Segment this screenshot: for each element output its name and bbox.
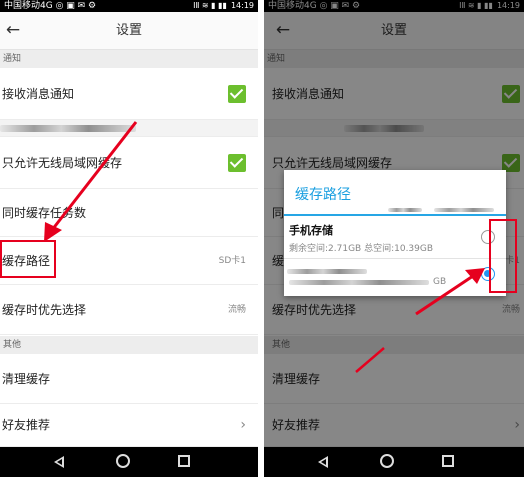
nav-back-icon[interactable]	[54, 456, 64, 468]
setting-value: 流畅	[227, 305, 246, 315]
page-title: 设置	[115, 23, 142, 38]
left-screenshot: 中国移动4G ◎ ▣ ✉ ⚙ ⅠⅡ ≋ ▮ ▮▮ 14:19 ← 设置 通知 接…	[0, 0, 258, 477]
setting-label: 清理缓存	[2, 372, 51, 386]
status-left: 中国移动4G ◎ ▣ ✉ ⚙	[4, 0, 96, 12]
setting-receive-notify[interactable]: 接收消息通知	[0, 68, 258, 120]
nav-home-icon[interactable]	[380, 454, 394, 468]
setting-value: SD卡1	[218, 256, 246, 266]
nav-back-icon[interactable]	[318, 456, 328, 468]
clock-label: 14:19	[230, 1, 254, 10]
setting-label: 同时缓存任务数	[2, 206, 87, 220]
notification-icons: ◎ ▣ ✉ ⚙	[55, 1, 97, 11]
nav-recent-apps-icon[interactable]	[178, 455, 190, 467]
nav-recent-apps-icon[interactable]	[442, 455, 454, 467]
title-bar: ← 设置	[0, 12, 258, 50]
status-right: ⅠⅡ ≋ ▮ ▮▮ 14:19	[193, 0, 254, 12]
option-divider	[284, 258, 506, 259]
checkbox-checked-icon[interactable]	[228, 154, 246, 172]
cache-path-dialog: 缓存路径 手机存储 剩余空间:2.71GB 总空间:10.39GB GB	[284, 170, 506, 296]
navigation-bar	[0, 447, 258, 477]
setting-concurrent-tasks[interactable]: 同时缓存任务数	[0, 189, 258, 237]
dialog-title: 缓存路径	[295, 187, 351, 203]
setting-recommend-friends[interactable]: 好友推荐 ›	[0, 404, 258, 447]
setting-label: 接收消息通知	[2, 87, 75, 101]
setting-label: 缓存时优先选择	[2, 303, 87, 317]
redacted-text	[289, 280, 429, 285]
setting-label: 好友推荐	[2, 418, 51, 432]
option-title: 手机存储	[289, 224, 333, 237]
nav-home-icon[interactable]	[116, 454, 130, 468]
status-bar: 中国移动4G ◎ ▣ ✉ ⚙ ⅠⅡ ≋ ▮ ▮▮ 14:19	[0, 0, 258, 12]
setting-clear-cache[interactable]: 清理缓存	[0, 354, 258, 404]
right-screenshot: 中国移动4G ◎ ▣ ✉ ⚙ ⅠⅡ ≋ ▮ ▮▮ 14:19 ← 设置 通知 接…	[264, 0, 524, 477]
redacted-text	[388, 208, 422, 212]
checkbox-checked-icon[interactable]	[228, 85, 246, 103]
annotation-highlight-box	[0, 240, 56, 278]
redacted-row	[0, 120, 258, 137]
dialog-divider	[284, 214, 506, 216]
chevron-right-icon: ›	[240, 417, 246, 433]
option-detail-suffix: GB	[433, 277, 447, 287]
option-detail: 剩余空间:2.71GB 总空间:10.39GB	[289, 244, 434, 254]
section-header-notify: 通知	[0, 50, 258, 68]
setting-wifi-only-cache[interactable]: 只允许无线局域网缓存	[0, 137, 258, 189]
annotation-highlight-box	[489, 219, 517, 293]
signal-icon: ⅠⅡ ≋ ▮ ▮▮	[193, 1, 227, 10]
section-header-other: 其他	[0, 336, 258, 354]
setting-cache-priority[interactable]: 缓存时优先选择 流畅	[0, 285, 258, 335]
redacted-text	[287, 269, 367, 274]
redacted-text	[0, 125, 136, 132]
redacted-text	[434, 208, 494, 212]
setting-label: 只允许无线局域网缓存	[2, 156, 123, 170]
carrier-label: 中国移动4G	[4, 1, 53, 11]
navigation-bar	[264, 447, 524, 477]
